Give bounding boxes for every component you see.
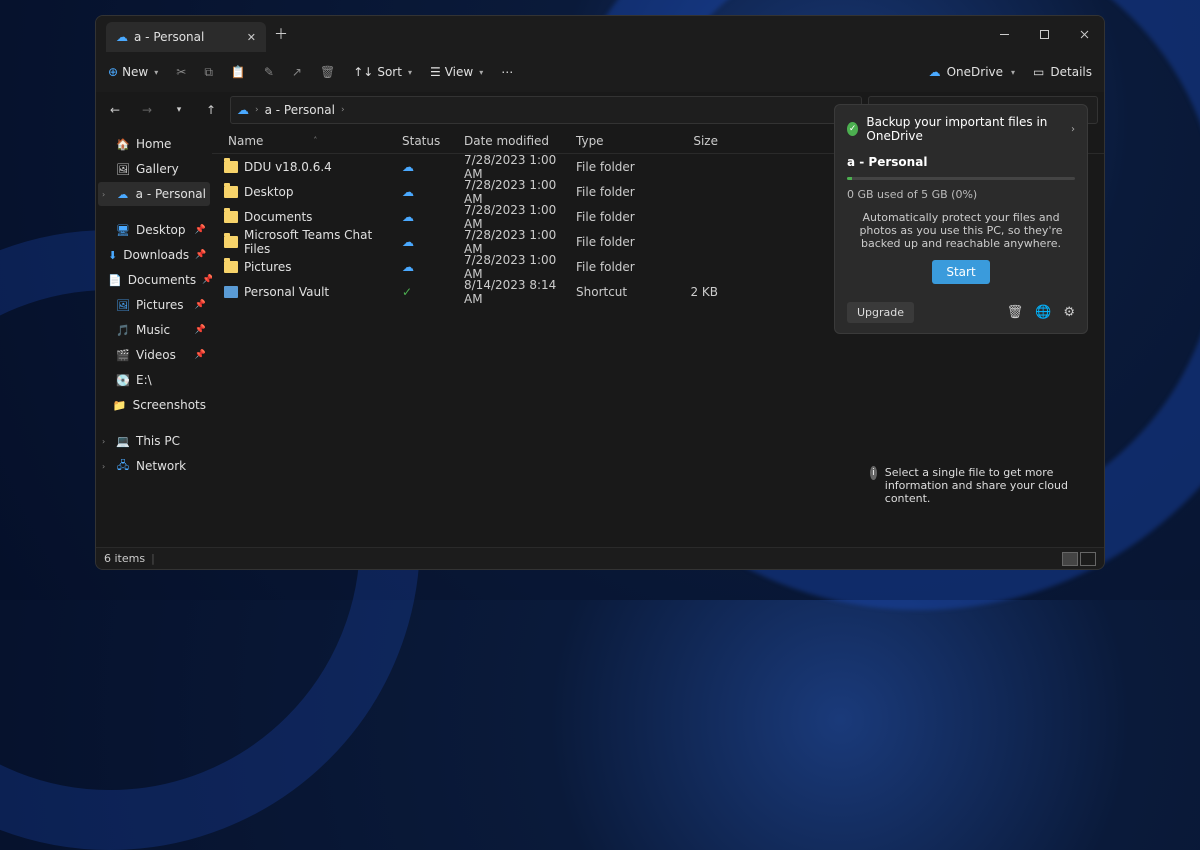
cut-button[interactable]: ✂ [176,65,186,79]
flyout-header: ✓ Backup your important files in OneDriv… [847,115,1075,143]
sidebar-item-music[interactable]: 🎵Music📌 [98,318,210,342]
web-icon[interactable]: 🌐 [1035,305,1051,320]
sidebar: 🏠Home 🖼Gallery ›☁a - Personal 🖥Desktop📌 … [96,128,212,547]
status-icon: ☁ [402,185,464,199]
upgrade-button[interactable]: Upgrade [847,302,914,323]
explorer-window: ☁ a - Personal ✕ ＋ ⊕New▾ ✂ ⧉ 📋 ✎ ↗ 🗑 ↑↓ … [95,15,1105,570]
status-bar: 6 items | [96,547,1104,569]
recent-button[interactable]: ▾ [166,96,192,124]
check-icon: ✓ [847,122,858,136]
item-count: 6 items [104,552,145,565]
onedrive-button[interactable]: ☁OneDrive▾ [929,65,1015,79]
sidebar-item-documents[interactable]: 📄Documents📌 [98,268,210,292]
status-icon: ☁ [402,160,464,174]
col-type[interactable]: Type [576,134,668,148]
status-icon: ☁ [402,210,464,224]
sort-button[interactable]: ↑↓ Sort▾ [353,65,412,79]
share-button[interactable]: ↗ [292,65,302,79]
folder-icon [224,211,238,223]
flyout-description: Automatically protect your files and pho… [847,209,1075,252]
start-button[interactable]: Start [932,260,989,284]
chevron-right-icon[interactable]: › [1071,124,1075,135]
sidebar-item-apersonal[interactable]: ›☁a - Personal [98,182,210,206]
new-tab-button[interactable]: ＋ [274,24,288,44]
new-button[interactable]: ⊕New▾ [108,65,158,79]
sidebar-item-pictures[interactable]: 🖼Pictures📌 [98,293,210,317]
back-button[interactable]: ← [102,96,128,124]
sidebar-item-drive[interactable]: 💽E:\ [98,368,210,392]
status-icon: ✓ [402,285,464,299]
folder-icon [224,261,238,273]
onedrive-icon: ☁ [116,30,128,44]
col-size[interactable]: Size [668,134,726,148]
details-hint: i Select a single file to get more infor… [870,466,1080,505]
col-date[interactable]: Date modified [464,134,576,148]
status-icon: ☁ [402,235,464,249]
maximize-button[interactable] [1024,16,1064,52]
window-tab[interactable]: ☁ a - Personal ✕ [106,22,266,52]
settings-icon[interactable]: ⚙ [1063,305,1075,320]
sidebar-item-home[interactable]: 🏠Home [98,132,210,156]
paste-button[interactable]: 📋 [231,65,246,79]
folder-icon [224,186,238,198]
sidebar-item-thispc[interactable]: ›💻This PC [98,429,210,453]
col-name[interactable]: Name˄ [212,134,402,148]
onedrive-icon: ☁ [237,103,249,117]
forward-button[interactable]: → [134,96,160,124]
sidebar-item-downloads[interactable]: ⬇Downloads📌 [98,243,210,267]
flyout-title: a - Personal [847,151,1075,169]
folder-icon [224,236,238,248]
titlebar: ☁ a - Personal ✕ ＋ [96,16,1104,52]
sidebar-item-network[interactable]: ›🖧Network [98,454,210,478]
tab-close-icon[interactable]: ✕ [247,31,256,44]
storage-usage: 0 GB used of 5 GB (0%) [847,188,1075,201]
more-button[interactable]: ⋯ [501,65,513,79]
breadcrumb[interactable]: ☁ › a - Personal › [230,96,862,124]
tab-title: a - Personal [134,30,204,44]
view-details-toggle[interactable] [1062,552,1078,566]
details-button[interactable]: ▭Details [1033,65,1092,79]
up-button[interactable]: ↑ [198,96,224,124]
storage-bar [847,177,1075,180]
recycle-bin-icon[interactable]: 🗑 [1007,305,1024,320]
sidebar-item-videos[interactable]: 🎬Videos📌 [98,343,210,367]
sidebar-item-desktop[interactable]: 🖥Desktop📌 [98,218,210,242]
delete-button[interactable]: 🗑 [320,65,335,79]
copy-button[interactable]: ⧉ [204,65,213,80]
status-icon: ☁ [402,260,464,274]
crumb-root[interactable]: a - Personal [265,103,335,117]
onedrive-flyout: ✓ Backup your important files in OneDriv… [834,104,1088,334]
minimize-button[interactable] [984,16,1024,52]
view-tiles-toggle[interactable] [1080,552,1096,566]
toolbar: ⊕New▾ ✂ ⧉ 📋 ✎ ↗ 🗑 ↑↓ Sort▾ ☰ View▾ ⋯ ☁On… [96,52,1104,92]
vault-icon [224,286,238,298]
rename-button[interactable]: ✎ [264,65,274,79]
col-status[interactable]: Status [402,134,464,148]
sidebar-item-gallery[interactable]: 🖼Gallery [98,157,210,181]
folder-icon [224,161,238,173]
close-button[interactable] [1064,16,1104,52]
sidebar-item-screenshots[interactable]: 📁Screenshots [98,393,210,417]
info-icon: i [870,466,877,480]
view-button[interactable]: ☰ View▾ [430,65,483,79]
